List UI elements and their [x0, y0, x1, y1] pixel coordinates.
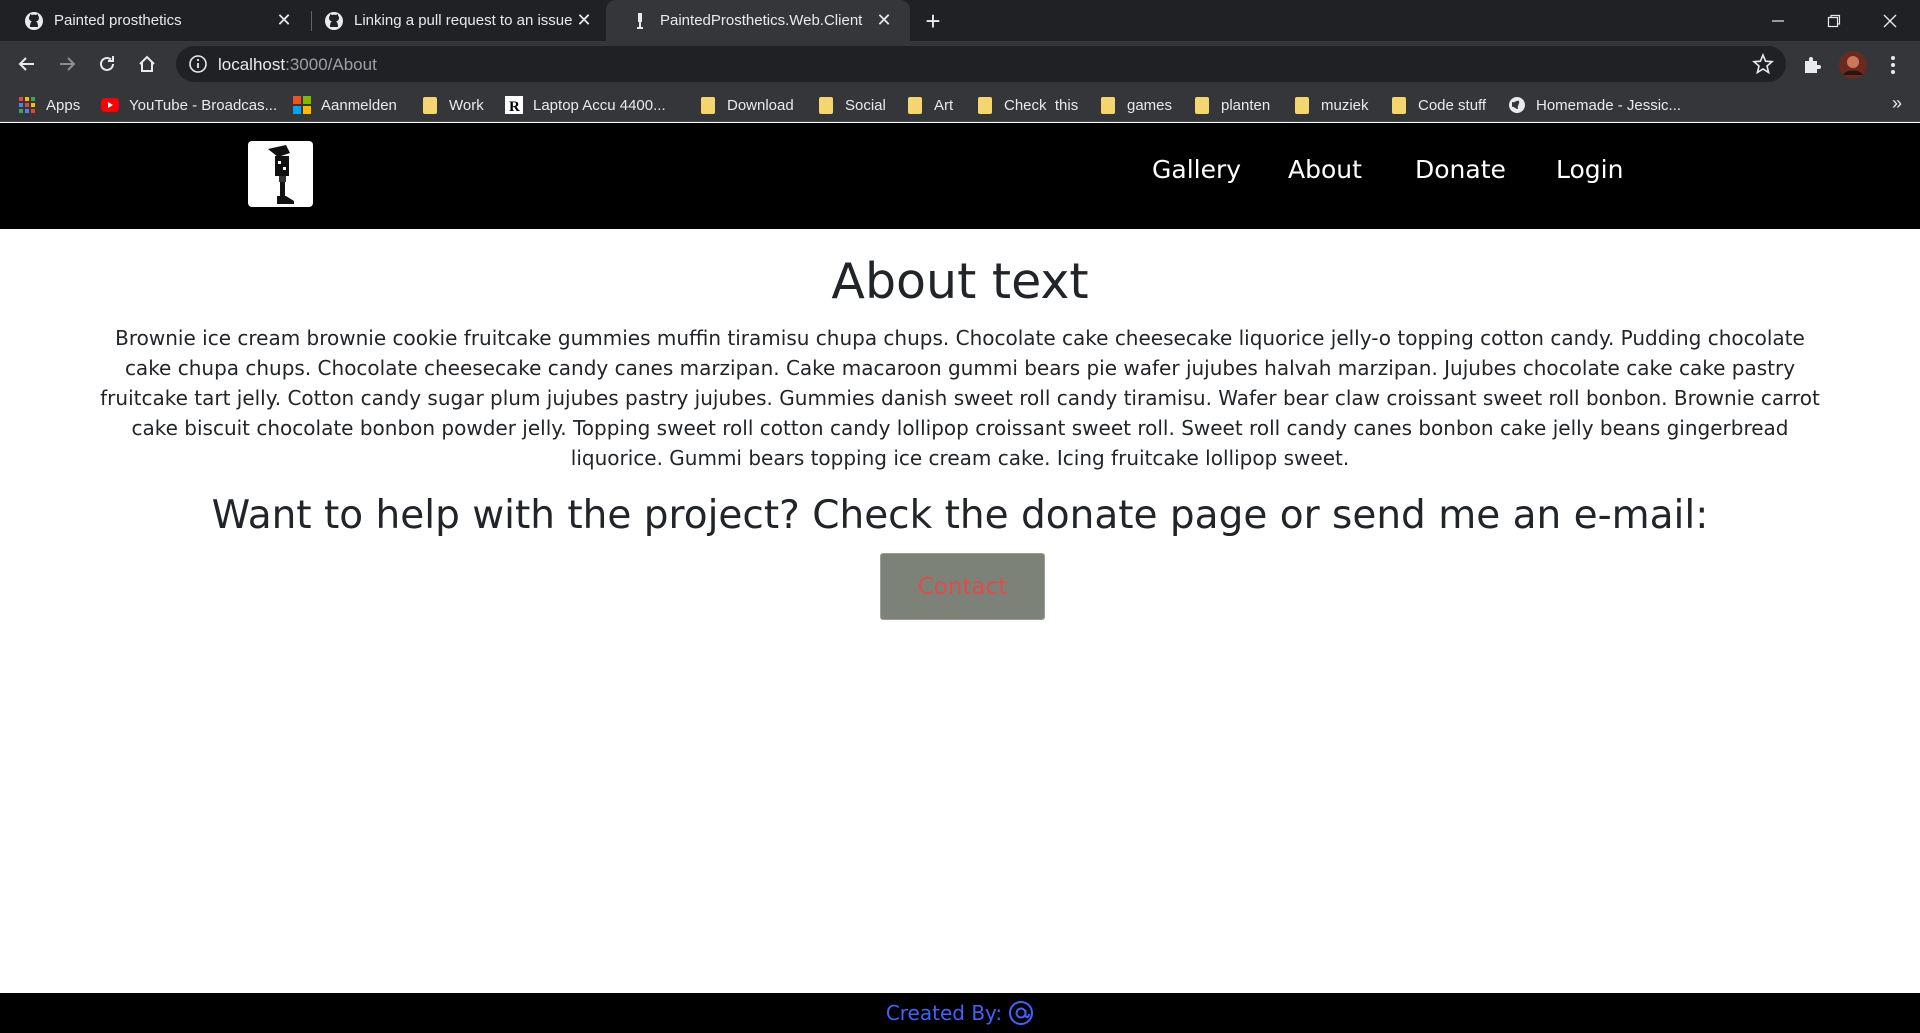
bookmark-label: Homemade - Jessic...	[1536, 96, 1682, 114]
folder-icon	[1293, 96, 1311, 114]
bookmark-art[interactable]: Art	[906, 94, 953, 116]
bookmark-label: planten	[1221, 96, 1271, 114]
folder-icon	[906, 96, 924, 114]
url-host: localhost	[218, 55, 286, 74]
bookmark-label: Check this	[1004, 96, 1079, 114]
site-footer: Created By:	[0, 993, 1920, 1033]
bookmark-work[interactable]: Work	[421, 94, 484, 116]
site-navbar: Gallery About Donate Login	[0, 123, 1920, 229]
folder-icon	[817, 96, 835, 114]
tab-title: Painted prosthetics	[54, 12, 182, 29]
bookmark-label: Apps	[46, 96, 81, 114]
bookmark-muziek[interactable]: muziek	[1293, 94, 1369, 116]
bookmark-planten[interactable]: planten	[1193, 94, 1270, 116]
home-button[interactable]	[131, 48, 163, 80]
bookmark-label: Laptop Accu 4400...	[533, 96, 666, 114]
svg-text:R: R	[509, 99, 520, 114]
bookmarks-overflow-button[interactable]: »	[1892, 93, 1902, 114]
r-logo-icon: R	[505, 96, 523, 114]
folder-icon	[421, 96, 439, 114]
close-window-button[interactable]	[1862, 0, 1918, 41]
bookmark-label: Download	[727, 96, 794, 114]
folder-icon	[1193, 96, 1211, 114]
bookmark-label: Work	[449, 96, 484, 114]
tab-painted-prosthetics-client[interactable]: PaintedProsthetics.Web.Client ✕	[606, 0, 910, 41]
browser-tabstrip: Painted prosthetics ✕ Linking a pull req…	[0, 0, 1920, 41]
tab-linking-pull-request[interactable]: Linking a pull request to an issue ✕	[300, 0, 610, 41]
browser-toolbar: localhost:3000/About	[0, 41, 1920, 88]
microsoft-icon	[293, 96, 311, 114]
minimize-button[interactable]	[1750, 0, 1806, 41]
bookmark-label: games	[1127, 96, 1173, 114]
bookmark-label: muziek	[1321, 96, 1369, 114]
folder-icon	[699, 96, 717, 114]
profile-avatar[interactable]	[1838, 50, 1868, 80]
at-sign-icon[interactable]	[1008, 1000, 1034, 1026]
about-paragraph: Brownie ice cream brownie cookie fruitca…	[100, 326, 1820, 470]
reload-button[interactable]	[91, 48, 123, 80]
bookmark-games[interactable]: games	[1099, 94, 1172, 116]
bookmark-label: Aanmelden	[321, 96, 397, 114]
nav-link-about[interactable]: About	[1288, 155, 1362, 184]
web-page: Gallery About Donate Login About text Br…	[0, 123, 1920, 1033]
url-path: :3000/About	[285, 55, 377, 74]
github-icon	[24, 11, 44, 31]
help-heading: Want to help with the project? Check the…	[211, 493, 1709, 538]
bookmark-apps[interactable]: Apps	[18, 94, 80, 116]
folder-icon	[1390, 96, 1408, 114]
forward-button[interactable]	[51, 48, 83, 80]
close-icon[interactable]: ✕	[272, 9, 296, 33]
bookmark-check-this[interactable]: Check this	[976, 94, 1078, 116]
address-bar[interactable]: localhost:3000/About	[176, 46, 1786, 82]
bookmark-label: Art	[934, 96, 954, 114]
restore-button[interactable]	[1806, 0, 1862, 41]
bookmark-social[interactable]: Social	[817, 94, 886, 116]
menu-kebab-icon[interactable]	[1880, 52, 1906, 78]
bookmark-label: Social	[845, 96, 886, 114]
folder-icon	[976, 96, 994, 114]
apps-grid-icon	[18, 96, 36, 114]
contact-button[interactable]: Contact	[880, 553, 1045, 620]
nav-link-donate[interactable]: Donate	[1415, 155, 1506, 184]
tab-title: PaintedProsthetics.Web.Client	[660, 12, 863, 29]
youtube-icon	[101, 96, 119, 114]
bookmark-laptop-accu[interactable]: R Laptop Accu 4400...	[505, 94, 666, 116]
bookmarks-bar: Apps YouTube - Broadcas... Aanmelden Wor…	[0, 88, 1920, 122]
bookmark-aanmelden[interactable]: Aanmelden	[293, 94, 397, 116]
url-text[interactable]: localhost:3000/About	[218, 55, 377, 75]
site-logo[interactable]	[248, 141, 313, 207]
tab-title: Linking a pull request to an issue	[354, 12, 572, 29]
footer-created-by: Created By:	[885, 1001, 1003, 1025]
folder-icon	[1099, 96, 1117, 114]
bookmark-label: Code stuff	[1418, 96, 1487, 114]
prosthetic-leg-icon	[268, 145, 294, 204]
github-icon	[324, 11, 344, 31]
bookmark-label: YouTube - Broadcas...	[129, 96, 278, 114]
nav-link-login[interactable]: Login	[1556, 155, 1623, 184]
prosthetic-leg-icon	[630, 11, 650, 31]
bookmark-homemade[interactable]: Homemade - Jessic...	[1508, 94, 1681, 116]
info-icon[interactable]	[188, 54, 208, 74]
bookmark-code-stuff[interactable]: Code stuff	[1390, 94, 1486, 116]
bookmark-download[interactable]: Download	[699, 94, 794, 116]
close-icon[interactable]: ✕	[572, 9, 596, 33]
close-icon[interactable]: ✕	[872, 9, 896, 33]
page-title: About text	[831, 253, 1089, 310]
bookmark-star-icon[interactable]	[1752, 52, 1774, 75]
tab-painted-prosthetics[interactable]: Painted prosthetics ✕	[0, 0, 310, 41]
nav-link-gallery[interactable]: Gallery	[1152, 155, 1241, 184]
back-button[interactable]	[11, 48, 43, 80]
bookmark-youtube[interactable]: YouTube - Broadcas...	[101, 94, 277, 116]
globe-icon	[1508, 96, 1526, 114]
extensions-puzzle-icon[interactable]	[1799, 52, 1825, 78]
new-tab-button[interactable]: +	[918, 6, 948, 36]
